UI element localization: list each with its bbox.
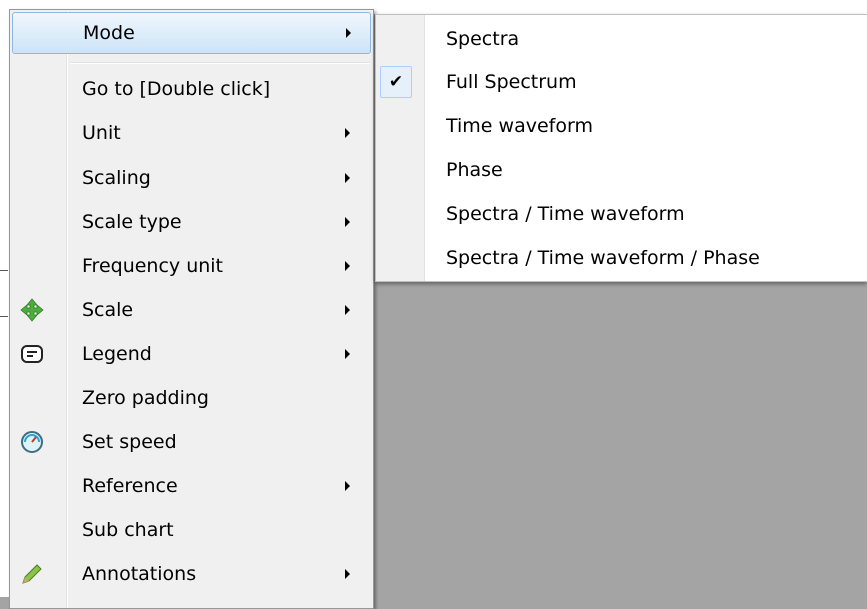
submenu-arrow-icon xyxy=(345,173,350,183)
menu-item-zero-padding[interactable]: Zero padding xyxy=(12,377,371,419)
submenu-arrow-icon xyxy=(345,481,350,491)
axis-tick xyxy=(0,270,8,271)
menu-item-label: Scale xyxy=(82,299,134,321)
submenu-item-spectra-time-waveform-phase[interactable]: Spectra / Time waveform / Phase xyxy=(376,236,866,280)
submenu-item-label: Spectra xyxy=(446,28,520,50)
menu-item-label: Zero padding xyxy=(82,387,209,409)
speedometer-icon xyxy=(20,430,44,454)
menu-item-frequency-unit[interactable]: Frequency unit xyxy=(12,245,371,287)
menu-item-label: Annotations xyxy=(82,563,197,585)
menu-item-label: Reference xyxy=(82,475,178,497)
submenu-arrow-icon xyxy=(345,569,350,579)
menu-item-label: Sub chart xyxy=(82,519,174,541)
menu-item-go-to[interactable]: Go to [Double click] xyxy=(12,68,371,110)
submenu-arrow-icon xyxy=(345,305,350,315)
menu-item-scale[interactable]: Scale xyxy=(12,289,371,331)
submenu-item-spectra[interactable]: Spectra xyxy=(376,17,866,61)
submenu-item-label: Phase xyxy=(446,159,503,181)
submenu-arrow-icon xyxy=(345,349,350,359)
submenu-arrow-icon xyxy=(345,261,350,271)
submenu-arrow-icon xyxy=(346,28,351,38)
menu-item-mode[interactable]: Mode xyxy=(12,12,371,54)
move-arrows-icon xyxy=(20,298,44,322)
menu-item-label: Legend xyxy=(82,343,152,365)
menu-item-set-speed[interactable]: Set speed xyxy=(12,421,371,463)
pencil-icon xyxy=(20,562,44,586)
menu-item-label: Scaling xyxy=(82,167,151,189)
submenu-item-full-spectrum[interactable]: ✔ Full Spectrum xyxy=(376,60,866,104)
submenu-arrow-icon xyxy=(345,217,350,227)
submenu-item-spectra-time-waveform[interactable]: Spectra / Time waveform xyxy=(376,192,866,236)
menu-item-legend[interactable]: Legend xyxy=(12,333,371,375)
menu-item-scaling[interactable]: Scaling xyxy=(12,157,371,199)
submenu-item-time-waveform[interactable]: Time waveform xyxy=(376,104,866,148)
menu-item-label: Frequency unit xyxy=(82,255,224,277)
menu-item-reference[interactable]: Reference xyxy=(12,465,371,507)
menu-item-unit[interactable]: Unit xyxy=(12,112,371,154)
submenu-arrow-icon xyxy=(345,128,350,138)
submenu-item-label: Spectra / Time waveform xyxy=(446,203,685,225)
mode-submenu: Spectra ✔ Full Spectrum Time waveform Ph… xyxy=(375,14,867,282)
axis-tick xyxy=(0,316,8,317)
submenu-item-label: Spectra / Time waveform / Phase xyxy=(446,247,760,269)
submenu-item-label: Full Spectrum xyxy=(446,71,577,93)
menu-item-sub-chart[interactable]: Sub chart xyxy=(12,509,371,551)
menu-item-annotations[interactable]: Annotations xyxy=(12,553,371,595)
legend-icon xyxy=(20,342,44,366)
menu-item-label: Go to [Double click] xyxy=(82,78,271,100)
menu-item-scale-type[interactable]: Scale type xyxy=(12,201,371,243)
menu-item-label: Unit xyxy=(82,122,121,144)
context-menu: Mode Go to [Double click] Unit Scaling S… xyxy=(9,9,374,609)
menu-item-label: Scale type xyxy=(82,211,182,233)
menu-item-label: Mode xyxy=(83,22,135,44)
submenu-item-phase[interactable]: Phase xyxy=(376,148,866,192)
menu-separator xyxy=(70,62,370,64)
menu-item-label: Set speed xyxy=(82,431,177,453)
submenu-item-label: Time waveform xyxy=(446,115,593,137)
checkmark-icon: ✔ xyxy=(380,66,412,98)
